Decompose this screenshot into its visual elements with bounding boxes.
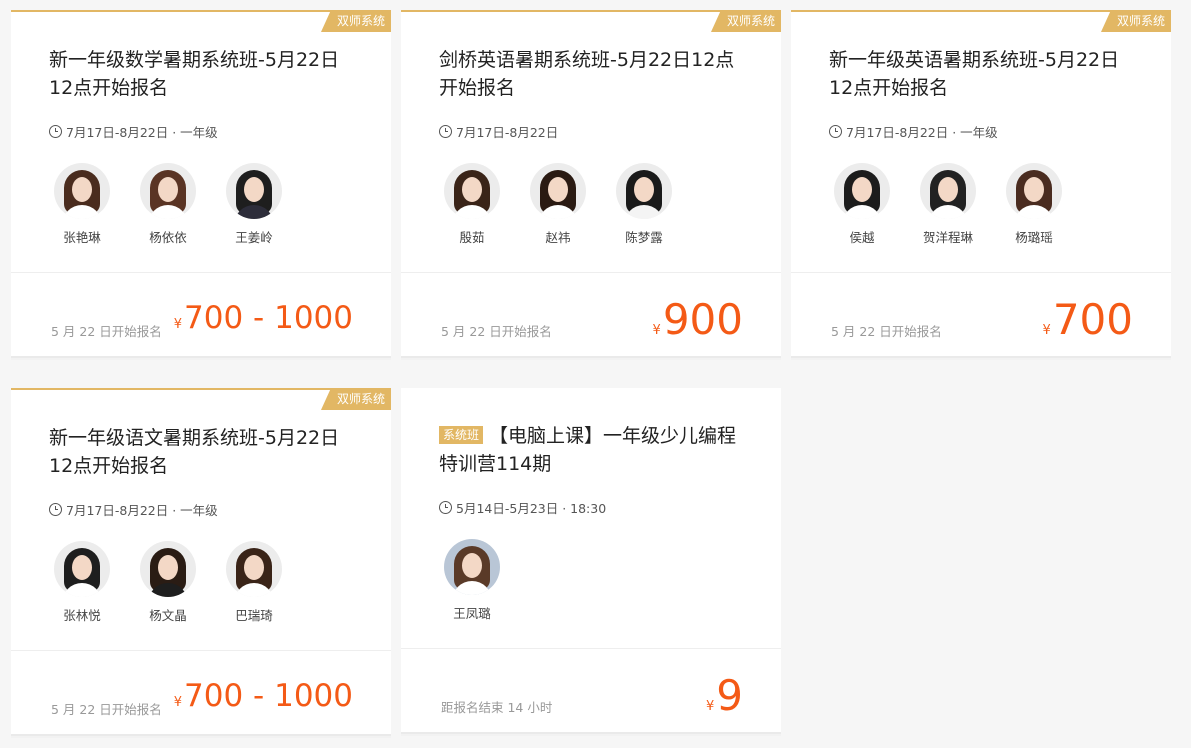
teacher-name: 杨文晶	[149, 608, 187, 623]
course-card[interactable]: 系统班 【电脑上课】一年级少儿编程特训营114期 5月14日-5月23日 · 18…	[401, 388, 781, 732]
price-value: 900	[662, 295, 743, 344]
course-card[interactable]: 双师系统 新一年级数学暑期系统班-5月22日12点开始报名 7月17日-8月22…	[11, 10, 391, 356]
teacher-name: 王姜岭	[235, 230, 273, 245]
course-schedule: 5月14日-5月23日 · 18:30	[439, 498, 743, 517]
price: ¥900	[653, 295, 743, 344]
teacher-name: 杨依依	[149, 230, 187, 245]
course-schedule: 7月17日-8月22日 · 一年级	[829, 122, 1133, 141]
teacher-list: 殷茹 赵祎 陈梦露	[429, 163, 743, 246]
currency-symbol: ¥	[173, 317, 183, 332]
currency-symbol: ¥	[173, 695, 183, 710]
teacher-list: 张林悦 杨文晶 巴瑞琦	[39, 541, 353, 624]
teacher[interactable]: 赵祎	[515, 163, 601, 246]
course-title[interactable]: 剑桥英语暑期系统班-5月22日12点开始报名	[439, 46, 749, 102]
currency-symbol: ¥	[1042, 323, 1051, 338]
card-footer: 5 月 22 日开始报名 ¥700 - 1000	[11, 650, 391, 734]
enrollment-note: 5 月 22 日开始报名	[831, 324, 942, 339]
teacher-name: 王凤璐	[453, 606, 491, 621]
course-title[interactable]: 新一年级数学暑期系统班-5月22日12点开始报名	[49, 46, 359, 102]
card-footer: 距报名结束 14 小时 ¥9	[401, 648, 781, 732]
price: ¥9	[706, 671, 743, 720]
price: ¥700	[1043, 295, 1133, 344]
teacher-avatar	[530, 163, 586, 219]
course-title[interactable]: 新一年级语文暑期系统班-5月22日12点开始报名	[49, 424, 359, 480]
teacher-avatar	[834, 163, 890, 219]
teacher-avatar	[54, 163, 110, 219]
teacher[interactable]: 殷茹	[429, 163, 515, 246]
teacher-name: 巴瑞琦	[235, 608, 273, 623]
teacher-avatar	[140, 541, 196, 597]
price: ¥700 - 1000	[174, 300, 353, 336]
course-title-text: 【电脑上课】一年级少儿编程特训营114期	[439, 425, 737, 475]
price-value: 9	[716, 671, 743, 720]
teacher-avatar	[616, 163, 672, 219]
enrollment-note: 5 月 22 日开始报名	[51, 702, 162, 717]
course-title[interactable]: 新一年级英语暑期系统班-5月22日12点开始报名	[829, 46, 1139, 102]
schedule-text: 7月17日-8月22日 · 一年级	[66, 125, 218, 140]
price-value: 700 - 1000	[184, 300, 353, 336]
teacher[interactable]: 王凤璐	[429, 539, 515, 622]
course-card[interactable]: 双师系统 剑桥英语暑期系统班-5月22日12点开始报名 7月17日-8月22日 …	[401, 10, 781, 356]
schedule-text: 7月17日-8月22日 · 一年级	[66, 503, 218, 518]
teacher[interactable]: 王姜岭	[211, 163, 297, 246]
course-schedule: 7月17日-8月22日 · 一年级	[49, 122, 353, 141]
course-card[interactable]: 双师系统 新一年级英语暑期系统班-5月22日12点开始报名 7月17日-8月22…	[791, 10, 1171, 356]
teacher-name: 张林悦	[63, 608, 101, 623]
course-title[interactable]: 系统班 【电脑上课】一年级少儿编程特训营114期	[439, 422, 749, 478]
teacher-list: 王凤璐	[429, 539, 743, 622]
teacher-name: 贺洋程琳	[922, 230, 973, 245]
clock-icon	[49, 503, 62, 516]
teacher-avatar	[140, 163, 196, 219]
currency-symbol: ¥	[705, 699, 715, 714]
enrollment-countdown: 距报名结束 14 小时	[441, 700, 553, 715]
teacher[interactable]: 陈梦露	[601, 163, 687, 246]
card-footer: 5 月 22 日开始报名 ¥700 - 1000	[11, 272, 391, 356]
teacher-avatar	[226, 163, 282, 219]
teacher-name: 张艳琳	[63, 230, 101, 245]
clock-icon	[49, 125, 62, 138]
teacher[interactable]: 侯越	[819, 163, 905, 246]
clock-icon	[439, 125, 452, 138]
enrollment-note: 5 月 22 日开始报名	[51, 324, 162, 339]
teacher[interactable]: 杨依依	[125, 163, 211, 246]
schedule-text: 7月17日-8月22日 · 一年级	[846, 125, 998, 140]
teacher-list: 张艳琳 杨依依 王姜岭	[39, 163, 353, 246]
teacher-name: 赵祎	[545, 230, 571, 245]
teacher[interactable]: 张艳琳	[39, 163, 125, 246]
price-value: 700 - 1000	[184, 678, 353, 714]
teacher-avatar	[444, 539, 500, 595]
teacher-avatar	[54, 541, 110, 597]
teacher[interactable]: 贺洋程琳	[905, 163, 991, 246]
teacher-name: 杨璐瑶	[1015, 230, 1053, 245]
teacher-name: 侯越	[849, 230, 875, 245]
price: ¥700 - 1000	[174, 678, 353, 714]
teacher-name: 殷茹	[459, 230, 485, 245]
teacher[interactable]: 张林悦	[39, 541, 125, 624]
course-schedule: 7月17日-8月22日 · 一年级	[49, 500, 353, 519]
price-value: 700	[1052, 295, 1133, 344]
teacher-avatar	[444, 163, 500, 219]
schedule-text: 5月14日-5月23日 · 18:30	[456, 501, 607, 516]
teacher[interactable]: 巴瑞琦	[211, 541, 297, 624]
currency-symbol: ¥	[652, 323, 661, 338]
teacher-list: 侯越 贺洋程琳 杨璐瑶	[819, 163, 1133, 246]
card-footer: 5 月 22 日开始报名 ¥900	[401, 272, 781, 356]
teacher-avatar	[1006, 163, 1062, 219]
teacher-avatar	[226, 541, 282, 597]
system-class-badge: 系统班	[439, 426, 484, 444]
card-footer: 5 月 22 日开始报名 ¥700	[791, 272, 1171, 356]
course-schedule: 7月17日-8月22日	[439, 122, 743, 141]
teacher-name: 陈梦露	[625, 230, 663, 245]
teacher[interactable]: 杨璐瑶	[991, 163, 1077, 246]
schedule-text: 7月17日-8月22日	[456, 125, 559, 140]
clock-icon	[829, 125, 842, 138]
teacher[interactable]: 杨文晶	[125, 541, 211, 624]
teacher-avatar	[920, 163, 976, 219]
enrollment-note: 5 月 22 日开始报名	[441, 324, 552, 339]
course-card[interactable]: 双师系统 新一年级语文暑期系统班-5月22日12点开始报名 7月17日-8月22…	[11, 388, 391, 734]
clock-icon	[439, 501, 452, 514]
